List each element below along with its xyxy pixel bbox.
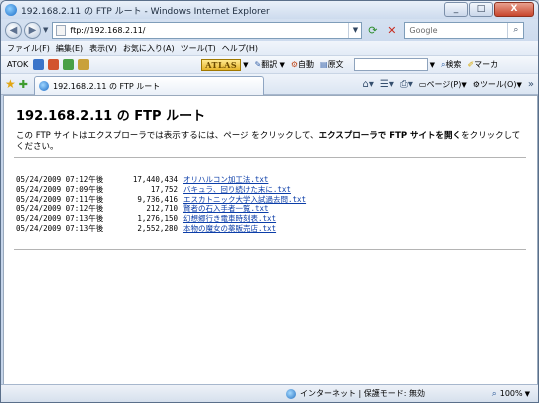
atok-tool-icon[interactable] bbox=[48, 59, 60, 70]
history-dropdown-icon[interactable]: ▼ bbox=[43, 26, 48, 34]
zoom-control[interactable]: ⌕ 100% ▼ bbox=[492, 389, 530, 399]
window-controls: _ □ X bbox=[444, 2, 534, 17]
divider-top bbox=[14, 157, 526, 158]
atok-search-button[interactable]: ⌕検索 bbox=[441, 59, 461, 70]
feeds-icon[interactable]: ☰▾ bbox=[380, 79, 394, 90]
file-link[interactable]: オリハルコン加工法.txt bbox=[183, 175, 268, 185]
file-link[interactable]: 賢者の石入手者一覧.txt bbox=[183, 204, 269, 214]
status-bar: インターネット | 保護モード: 無効 ⌕ 100% ▼ bbox=[1, 384, 538, 402]
menu-tools[interactable]: ツール(T) bbox=[181, 43, 216, 54]
address-row: ◀ ▶ ▼ ftp://192.168.2.11/ ▼ ⟳ ✕ Google ⌕ bbox=[1, 19, 538, 41]
tab-row: ★ ✚ 192.168.2.11 の FTP ルート ⌂▾ ☰▾ ⎙▾ ▭ページ… bbox=[1, 73, 538, 95]
zoom-level: 100% bbox=[499, 389, 523, 398]
address-input[interactable]: ftp://192.168.2.11/ bbox=[70, 26, 145, 35]
tab-ie-icon bbox=[38, 81, 49, 91]
zoom-dropdown-icon[interactable]: ▼ bbox=[525, 390, 530, 398]
zone-text: インターネット | 保護モード: 無効 bbox=[300, 389, 426, 398]
menu-view[interactable]: 表示(V) bbox=[89, 43, 117, 54]
atok-pad-icon[interactable] bbox=[63, 59, 75, 70]
file-link[interactable]: 本物の魔女の薬販売店.txt bbox=[183, 224, 276, 234]
window-title: 192.168.2.11 の FTP ルート - Windows Interne… bbox=[21, 6, 270, 17]
page-content: 192.168.2.11 の FTP ルート この FTP サイトはエクスプロー… bbox=[3, 95, 538, 386]
file-row: 05/24/2009 07:11午後 9,736,416 エスカトニック大学入試… bbox=[16, 194, 307, 205]
atok-search-dropdown-icon[interactable]: ▼ bbox=[430, 61, 435, 69]
maximize-button[interactable]: □ bbox=[469, 2, 493, 17]
marker-button[interactable]: ✐マーカ bbox=[467, 59, 498, 70]
security-zone[interactable]: インターネット | 保護モード: 無効 bbox=[286, 388, 425, 399]
address-dropdown-icon[interactable]: ▼ bbox=[348, 22, 361, 38]
open-in-explorer-text: エクスプローラで FTP サイトを開く bbox=[318, 131, 462, 141]
auto-button[interactable]: ⚙自動 bbox=[291, 59, 314, 70]
file-list: 05/24/2009 07:12午後 17,440,434 オリハルコン加工法.… bbox=[16, 175, 306, 234]
tab-title: 192.168.2.11 の FTP ルート bbox=[52, 81, 161, 91]
globe-icon bbox=[286, 388, 296, 399]
more-chevron-icon[interactable]: » bbox=[528, 79, 534, 90]
stop-icon[interactable]: ✕ bbox=[383, 22, 400, 39]
atlas-logo: ATLAS bbox=[201, 58, 242, 71]
browser-window: 192.168.2.11 の FTP ルート - Windows Interne… bbox=[0, 0, 539, 403]
page-icon bbox=[56, 24, 67, 36]
auto-icon: ⚙ bbox=[290, 60, 298, 69]
file-link[interactable]: エスカトニック大学入試過去問.txt bbox=[183, 195, 306, 205]
tab-ftp-root[interactable]: 192.168.2.11 の FTP ルート bbox=[33, 76, 264, 95]
favorites-star-icon[interactable]: ★ bbox=[5, 77, 16, 91]
divider-bottom bbox=[14, 249, 526, 250]
command-bar: ⌂▾ ☰▾ ⎙▾ ▭ページ(P)▼ ⚙ツール(O)▼ » bbox=[363, 79, 538, 90]
atok-label: ATOK bbox=[7, 60, 29, 69]
print-icon[interactable]: ⎙▾ bbox=[400, 79, 413, 90]
atok-dict-icon[interactable] bbox=[33, 59, 45, 70]
page-title: 192.168.2.11 の FTP ルート bbox=[16, 109, 206, 124]
file-link[interactable]: 幻想郷行き電車時刻表.txt bbox=[183, 214, 276, 224]
original-icon: ▤ bbox=[320, 60, 328, 69]
page-description: この FTP サイトはエクスプローラでは表示するには、ページ をクリックして、エ… bbox=[16, 131, 521, 152]
file-row: 05/24/2009 07:13午後 1,276,150 幻想郷行き電車時刻表.… bbox=[16, 214, 277, 224]
menu-help[interactable]: ヘルプ(H) bbox=[222, 43, 258, 54]
atok-memo-icon[interactable] bbox=[78, 59, 90, 70]
file-row: 05/24/2009 07:09午後 17,752 バキュラ、回り続けた末に.t… bbox=[16, 184, 291, 195]
back-button[interactable]: ◀ bbox=[5, 21, 22, 39]
translate-button[interactable]: ✎翻訳 ▼ bbox=[255, 59, 285, 70]
file-row: 05/24/2009 07:12午後 17,440,434 オリハルコン加工法.… bbox=[16, 175, 269, 185]
gear-icon: ⚙ bbox=[472, 79, 480, 89]
page-menu-button[interactable]: ▭ページ(P)▼ bbox=[419, 79, 467, 90]
atok-search-input[interactable] bbox=[353, 58, 428, 71]
forward-button[interactable]: ▶ bbox=[24, 21, 41, 39]
home-icon[interactable]: ⌂▾ bbox=[363, 79, 374, 90]
atlas-dropdown-icon[interactable]: ▼ bbox=[243, 61, 248, 69]
tools-menu-button[interactable]: ⚙ツール(O)▼ bbox=[473, 79, 522, 90]
menu-favorites[interactable]: お気に入り(A) bbox=[123, 43, 175, 54]
title-bar: 192.168.2.11 の FTP ルート - Windows Interne… bbox=[1, 1, 538, 19]
file-row: 05/24/2009 07:13午後 2,552,280 本物の魔女の薬販売店.… bbox=[16, 223, 277, 234]
address-bar[interactable]: ftp://192.168.2.11/ ▼ bbox=[52, 21, 363, 39]
menu-file[interactable]: ファイル(F) bbox=[7, 43, 50, 54]
refresh-icon[interactable]: ⟳ bbox=[364, 22, 381, 39]
menu-bar: ファイル(F) 編集(E) 表示(V) お気に入り(A) ツール(T) ヘルプ(… bbox=[1, 41, 538, 55]
search-input[interactable]: Google ⌕ bbox=[404, 21, 525, 39]
add-favorites-icon[interactable]: ✚ bbox=[19, 78, 28, 91]
search-placeholder: Google bbox=[409, 25, 438, 35]
minimize-button[interactable]: _ bbox=[444, 2, 468, 17]
original-button[interactable]: ▤原文 bbox=[320, 59, 344, 70]
file-row: 05/24/2009 07:12午後 212,710 賢者の石入手者一覧.txt bbox=[16, 204, 269, 214]
search-icon[interactable]: ⌕ bbox=[507, 22, 523, 38]
zoom-icon: ⌕ bbox=[491, 388, 497, 399]
file-link[interactable]: バキュラ、回り続けた末に.txt bbox=[183, 185, 291, 195]
ie-icon bbox=[5, 4, 17, 16]
menu-edit[interactable]: 編集(E) bbox=[56, 43, 83, 54]
close-button[interactable]: X bbox=[494, 2, 534, 17]
atok-toolbar: ATOK ATLAS ▼ ✎翻訳 ▼ ⚙自動 ▤原文 ▼ ⌕検索 ✐マーカ bbox=[1, 55, 538, 73]
